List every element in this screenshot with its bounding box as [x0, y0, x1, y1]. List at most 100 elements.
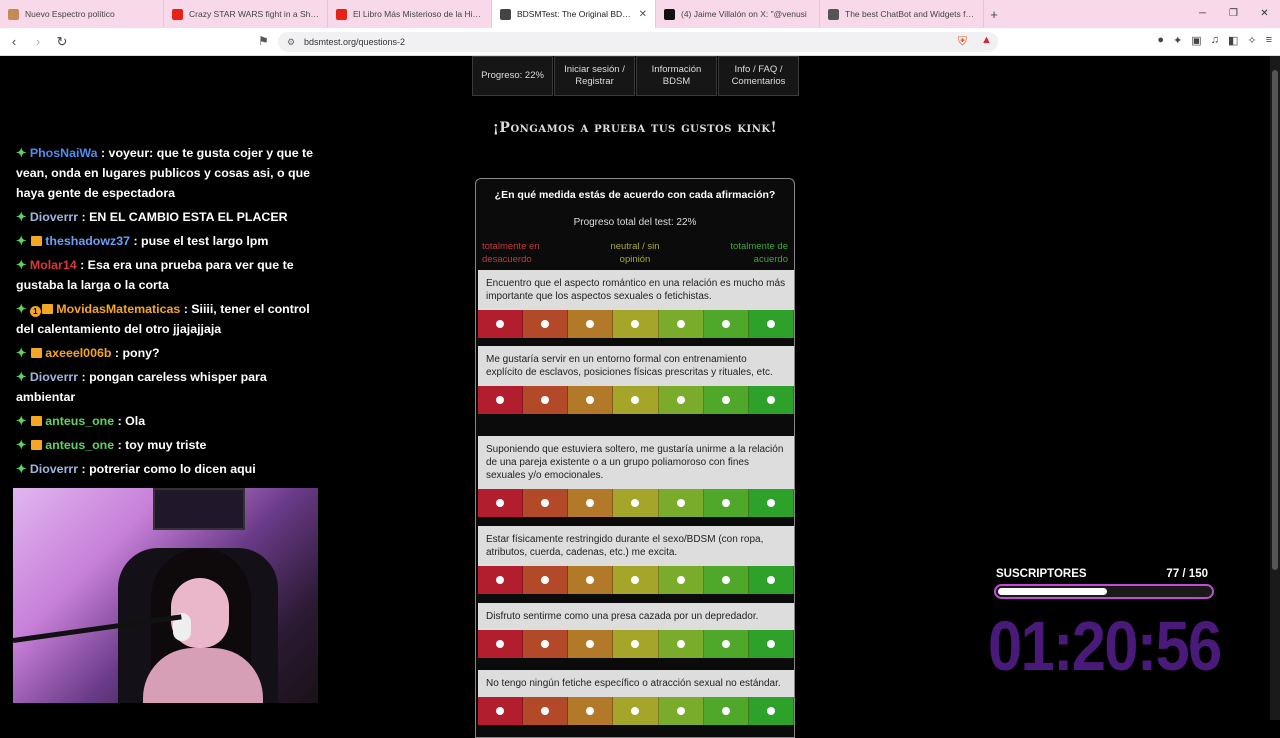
bookmark-icon[interactable]: ⚑ — [258, 34, 269, 48]
answer-option-5[interactable] — [658, 386, 704, 414]
site-info-icon[interactable]: ⚙ — [287, 32, 295, 52]
radio-dot[interactable] — [541, 499, 550, 507]
radio-dot[interactable] — [676, 396, 685, 404]
answer-option-3[interactable] — [568, 310, 614, 338]
radio-dot[interactable] — [676, 576, 685, 584]
radio-dot[interactable] — [766, 576, 775, 584]
answer-option-1[interactable] — [478, 630, 524, 658]
answer-option-5[interactable] — [658, 697, 704, 725]
maximize-button[interactable]: ❐ — [1218, 0, 1249, 28]
answer-option-6[interactable] — [703, 386, 749, 414]
ai-icon[interactable]: ✧ — [1247, 34, 1256, 47]
answer-option-3[interactable] — [568, 386, 614, 414]
nav-button-0[interactable]: Progreso: 22% — [472, 56, 553, 96]
answer-option-2[interactable] — [523, 310, 569, 338]
tab-1[interactable]: Crazy STAR WARS fight in a Shopping — [164, 0, 328, 28]
radio-dot[interactable] — [721, 576, 730, 584]
forward-icon[interactable]: › — [28, 34, 48, 49]
radio-dot[interactable] — [541, 640, 550, 648]
answer-option-7[interactable] — [748, 630, 794, 658]
radio-dot[interactable] — [631, 320, 640, 328]
answer-option-6[interactable] — [703, 566, 749, 594]
answer-option-6[interactable] — [703, 697, 749, 725]
radio-dot[interactable] — [541, 707, 550, 715]
answer-option-5[interactable] — [658, 630, 704, 658]
radio-dot[interactable] — [721, 640, 730, 648]
radio-dot[interactable] — [676, 320, 685, 328]
answer-option-1[interactable] — [478, 386, 524, 414]
menu-icon[interactable]: ≡ — [1266, 34, 1272, 47]
radio-dot[interactable] — [496, 499, 505, 507]
radio-dot[interactable] — [676, 707, 685, 715]
answer-option-6[interactable] — [703, 630, 749, 658]
radio-dot[interactable] — [496, 640, 505, 648]
tab-5[interactable]: The best ChatBot and Widgets for K — [820, 0, 984, 28]
answer-option-2[interactable] — [523, 630, 569, 658]
media-icon[interactable]: ♫ — [1211, 34, 1219, 47]
profile-icon[interactable]: ● — [1157, 34, 1164, 47]
radio-dot[interactable] — [586, 320, 595, 328]
tab-3[interactable]: BDSMTest: The Original BDSM & ✕ — [492, 0, 656, 28]
radio-dot[interactable] — [631, 499, 640, 507]
nav-button-1[interactable]: Iniciar sesión / Registrar — [554, 56, 635, 96]
radio-dot[interactable] — [676, 640, 685, 648]
answer-option-7[interactable] — [748, 386, 794, 414]
radio-dot[interactable] — [766, 707, 775, 715]
brave-shield-icon[interactable]: ⛨ — [958, 34, 967, 49]
answer-option-5[interactable] — [658, 310, 704, 338]
radio-dot[interactable] — [766, 396, 775, 404]
radio-dot[interactable] — [541, 320, 550, 328]
answer-option-4[interactable] — [613, 489, 659, 517]
minimize-button[interactable]: ─ — [1187, 0, 1218, 28]
tab-4[interactable]: (4) Jaime Villalón on X: "@venusi — [656, 0, 820, 28]
reload-icon[interactable]: ↻ — [52, 34, 72, 50]
answer-option-1[interactable] — [478, 566, 524, 594]
answer-option-3[interactable] — [568, 489, 614, 517]
answer-option-7[interactable] — [748, 566, 794, 594]
answer-option-4[interactable] — [613, 630, 659, 658]
answer-option-1[interactable] — [478, 310, 524, 338]
answer-option-7[interactable] — [748, 697, 794, 725]
answer-option-7[interactable] — [748, 489, 794, 517]
answer-option-2[interactable] — [523, 386, 569, 414]
radio-dot[interactable] — [541, 576, 550, 584]
answer-option-2[interactable] — [523, 697, 569, 725]
tab-2[interactable]: El Libro Más Misterioso de la Historia — [328, 0, 492, 28]
extensions-icon[interactable]: ✦ — [1173, 34, 1182, 47]
radio-dot[interactable] — [631, 707, 640, 715]
radio-dot[interactable] — [766, 499, 775, 507]
answer-option-6[interactable] — [703, 310, 749, 338]
answer-option-3[interactable] — [568, 697, 614, 725]
back-icon[interactable]: ‹ — [4, 34, 24, 49]
radio-dot[interactable] — [586, 640, 595, 648]
radio-dot[interactable] — [676, 499, 685, 507]
new-tab-button[interactable]: + — [984, 7, 1004, 22]
close-window-button[interactable]: ✕ — [1249, 0, 1280, 28]
scrollbar-thumb[interactable] — [1272, 70, 1278, 570]
radio-dot[interactable] — [766, 320, 775, 328]
wallet-icon[interactable]: ◧ — [1228, 34, 1238, 47]
answer-option-3[interactable] — [568, 566, 614, 594]
radio-dot[interactable] — [496, 396, 505, 404]
answer-option-6[interactable] — [703, 489, 749, 517]
radio-dot[interactable] — [721, 499, 730, 507]
radio-dot[interactable] — [496, 320, 505, 328]
tab-0[interactable]: Nuevo Espectro político — [0, 0, 164, 28]
rewards-icon[interactable]: ▲ — [981, 34, 992, 46]
answer-option-7[interactable] — [748, 310, 794, 338]
radio-dot[interactable] — [586, 396, 595, 404]
radio-dot[interactable] — [541, 396, 550, 404]
radio-dot[interactable] — [721, 396, 730, 404]
radio-dot[interactable] — [586, 707, 595, 715]
page-scrollbar[interactable] — [1270, 56, 1280, 720]
radio-dot[interactable] — [586, 576, 595, 584]
radio-dot[interactable] — [766, 640, 775, 648]
radio-dot[interactable] — [721, 707, 730, 715]
radio-dot[interactable] — [631, 576, 640, 584]
radio-dot[interactable] — [496, 576, 505, 584]
answer-option-4[interactable] — [613, 566, 659, 594]
answer-option-3[interactable] — [568, 630, 614, 658]
screenshot-icon[interactable]: ▣ — [1191, 34, 1201, 47]
answer-option-2[interactable] — [523, 566, 569, 594]
url-field[interactable]: ⚙ bdsmtest.org/questions-2 — [278, 32, 998, 52]
